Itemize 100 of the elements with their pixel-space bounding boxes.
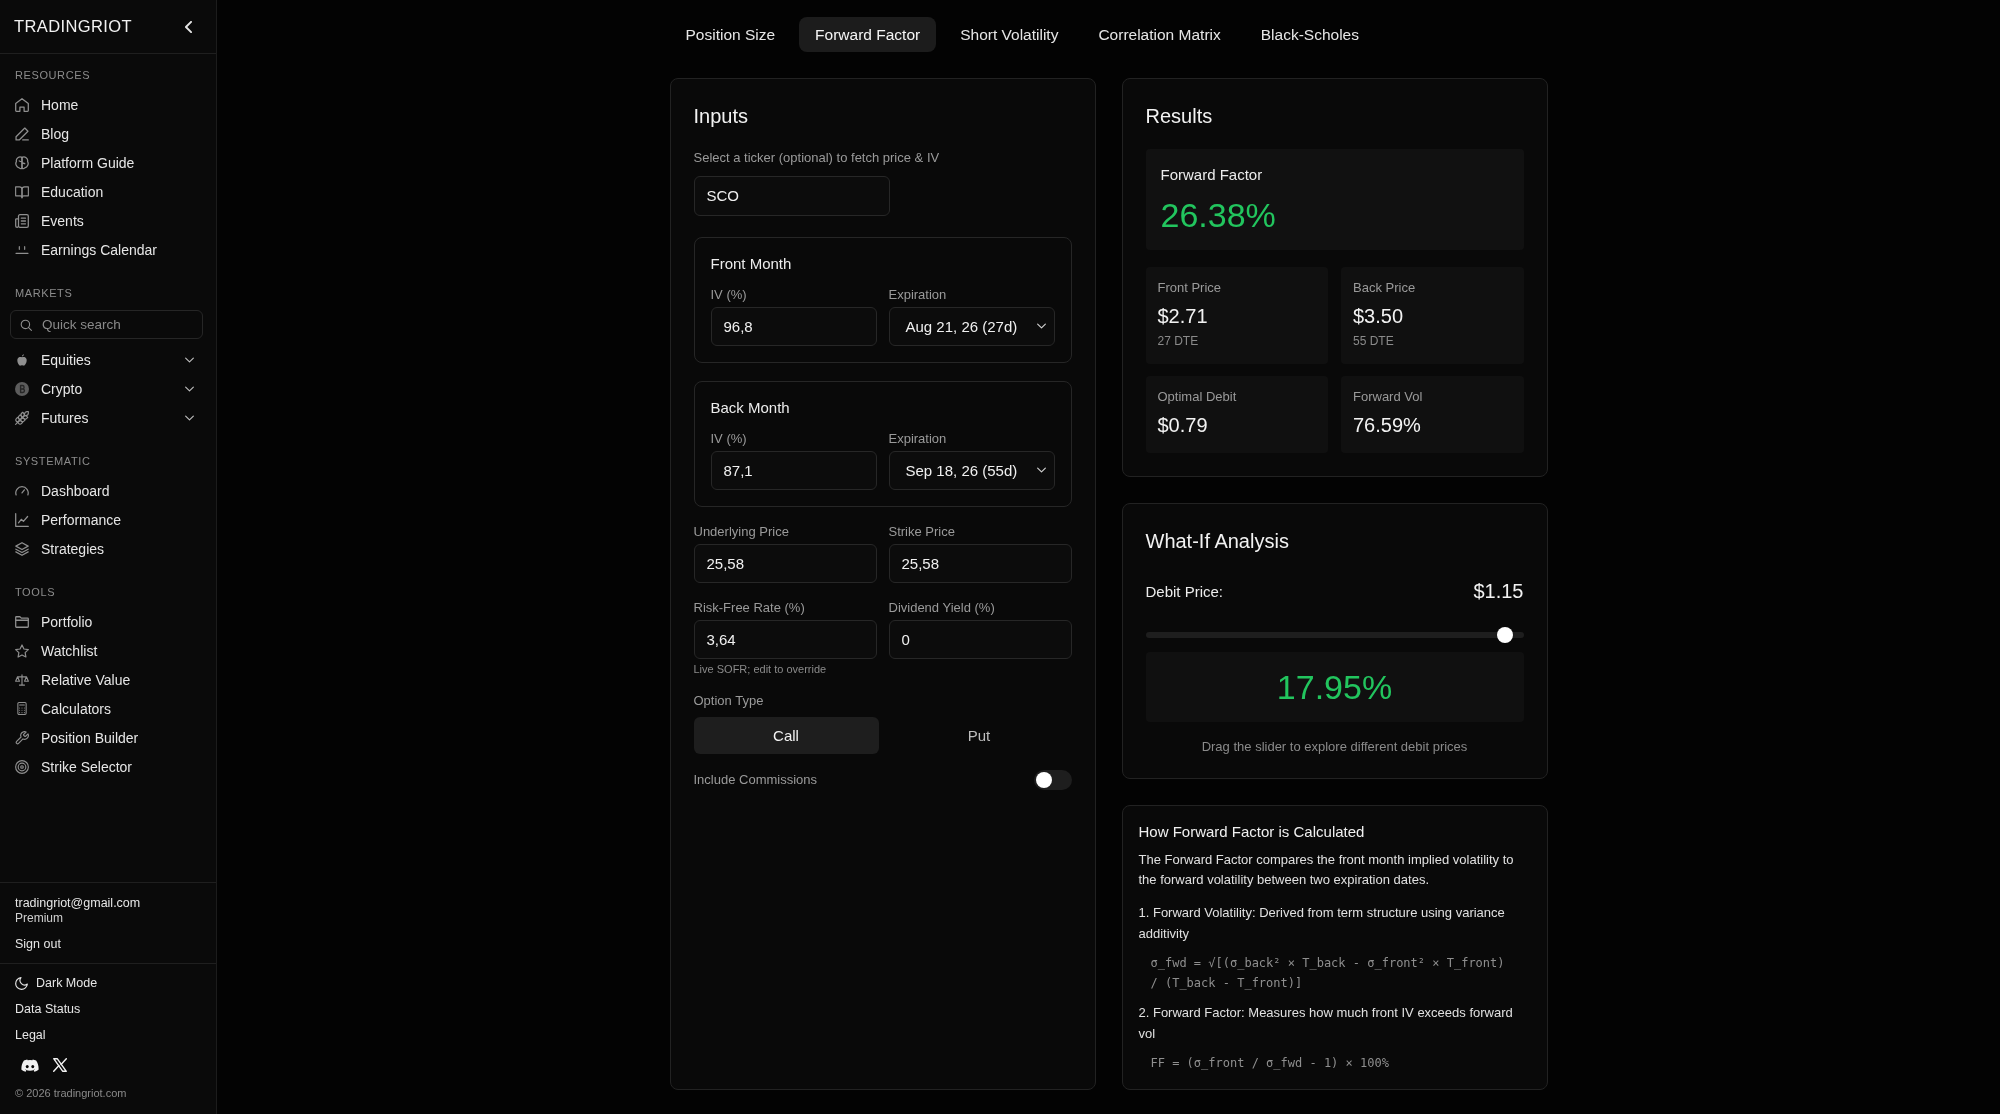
- stat-value: $0.79: [1157, 413, 1209, 438]
- folder-icon: [15, 615, 29, 628]
- nav-link[interactable]: Education: [0, 177, 216, 206]
- nav-link[interactable]: Performance: [0, 505, 216, 534]
- number-field[interactable]: 25,58: [693, 543, 877, 583]
- stat-value: $3.50: [1353, 304, 1405, 329]
- stat-note: 55 DTE: [1353, 333, 1395, 349]
- field-label: Risk-Free Rate (%): [693, 598, 806, 616]
- copyright-text: © 2026 tradingriot.com: [15, 1086, 128, 1100]
- field-label: Expiration: [888, 285, 948, 303]
- calculator-icon: [17, 702, 27, 715]
- section-heading: SYSTEMATIC: [14, 454, 92, 468]
- plan-label: Premium: [15, 911, 64, 925]
- stat-value: $2.71: [1157, 304, 1209, 329]
- number-field[interactable]: 3,64: [693, 619, 877, 659]
- theme-toggle[interactable]: Dark Mode: [15, 975, 98, 991]
- option-type-button[interactable]: Put: [886, 716, 1072, 754]
- star-icon: [15, 643, 29, 658]
- search-icon: [20, 318, 32, 331]
- ticker-field[interactable]: SCO: [693, 175, 890, 216]
- stat-label: Optimal Debit: [1157, 388, 1238, 405]
- nav-link[interactable]: Platform Guide: [0, 148, 216, 177]
- brain-icon: [15, 155, 29, 170]
- metric-value: 26.38%: [1160, 195, 1277, 236]
- nav-link[interactable]: Crypto: [0, 374, 216, 403]
- field-label: Underlying Price: [693, 522, 790, 540]
- expiration-select[interactable]: Sep 18, 26 (55d): [888, 450, 1055, 490]
- iv-field[interactable]: 96,8: [710, 306, 877, 346]
- chevron-down-icon[interactable]: [185, 385, 194, 392]
- tab[interactable]: Forward Factor: [799, 17, 937, 52]
- slider-thumb[interactable]: [1496, 627, 1513, 643]
- result-value: 17.95%: [1276, 667, 1393, 707]
- nav-link[interactable]: Events: [0, 206, 216, 235]
- field-label: Expiration: [888, 429, 948, 447]
- book-open-icon: [15, 184, 29, 199]
- discord-icon[interactable]: [21, 1058, 39, 1072]
- nav-link[interactable]: Strike Selector: [0, 752, 216, 781]
- number-field[interactable]: 0: [888, 619, 1072, 659]
- nav-link[interactable]: Relative Value: [0, 665, 216, 694]
- search-field[interactable]: Quick search: [10, 310, 203, 339]
- section-heading: TOOLS: [14, 585, 57, 599]
- metric-label: Forward Factor: [1160, 165, 1264, 185]
- option-type-button[interactable]: Call: [693, 716, 879, 754]
- group-title: Front Month: [710, 253, 793, 274]
- field-label: IV (%): [710, 429, 748, 447]
- chevron-down-icon[interactable]: [185, 356, 194, 363]
- nav-link[interactable]: Equities: [0, 345, 216, 374]
- step-text: 1. Forward Volatility: Derived from term structure using variance additivity: [1138, 904, 1506, 943]
- panel-title: Inputs: [693, 104, 749, 129]
- stat-label: Forward Vol: [1353, 388, 1424, 405]
- pencil-icon: [15, 126, 29, 141]
- toggle-switch[interactable]: [1033, 769, 1072, 790]
- layers-icon: [15, 541, 29, 556]
- newspaper-icon: [15, 213, 29, 228]
- nav-link[interactable]: Blog: [0, 119, 216, 148]
- panel-title: How Forward Factor is Calculated: [1138, 822, 1366, 842]
- section-heading: MARKETS: [14, 286, 74, 300]
- stat-label: Front Price: [1157, 279, 1223, 296]
- nav-link[interactable]: Futures: [0, 403, 216, 432]
- nav-link[interactable]: Watchlist: [0, 636, 216, 665]
- nav-link[interactable]: Dashboard: [0, 476, 216, 505]
- tab[interactable]: Black-Scholes: [1244, 17, 1375, 52]
- coin-icon: [15, 381, 29, 396]
- home-icon: [15, 97, 29, 112]
- field-label: Dividend Yield (%): [888, 598, 996, 616]
- x-logo-icon[interactable]: [53, 1058, 67, 1072]
- nav-link[interactable]: Strategies: [0, 534, 216, 563]
- section-heading: RESOURCES: [14, 68, 92, 82]
- slider-label: Debit Price:: [1145, 582, 1224, 600]
- field-label: Option Type: [693, 691, 765, 709]
- chevron-left-icon[interactable]: [185, 20, 192, 33]
- group-title: Back Month: [710, 397, 791, 418]
- number-field[interactable]: 25,58: [888, 543, 1072, 583]
- iv-field[interactable]: 87,1: [710, 450, 877, 490]
- expiration-select[interactable]: Aug 21, 26 (27d): [888, 306, 1055, 346]
- nav-link[interactable]: Home: [0, 90, 216, 119]
- sign-out-link[interactable]: Sign out: [15, 936, 61, 952]
- wrench-icon: [15, 730, 29, 745]
- tab[interactable]: Correlation Matrix: [1082, 17, 1237, 52]
- tick-marks-icon: [15, 245, 29, 254]
- target-icon: [15, 759, 29, 774]
- paragraph: The Forward Factor compares the front month implied volatility to the forward volatility between two expiration dates.: [1138, 851, 1515, 889]
- nav-link[interactable]: Earnings Calendar: [0, 235, 216, 264]
- footer-link[interactable]: Legal: [15, 1027, 46, 1043]
- field-label: Select a ticker (optional) to fetch price & IV: [693, 148, 941, 166]
- balance-scale-icon: [15, 673, 29, 686]
- nav-link[interactable]: Calculators: [0, 694, 216, 723]
- brand-logo[interactable]: TRADINGRIOT: [14, 17, 133, 36]
- stat-note: 27 DTE: [1157, 333, 1200, 349]
- tab[interactable]: Short Volatility: [944, 17, 1075, 52]
- gauge-icon: [15, 485, 29, 496]
- nav-link[interactable]: Position Builder: [0, 723, 216, 752]
- nav-link[interactable]: Portfolio: [0, 607, 216, 636]
- caption-text: Drag the slider to explore different debit prices: [1200, 738, 1469, 755]
- footer-link[interactable]: Data Status: [15, 1001, 81, 1017]
- chevron-down-icon[interactable]: [185, 414, 194, 421]
- panel-title: Results: [1145, 104, 1214, 129]
- stat-value: 76.59%: [1353, 413, 1422, 438]
- formula-text: σ_fwd = √[(σ_back² × T_back - σ_front² × T_front) / (T_back - T_front)]: [1149, 955, 1506, 992]
- tab[interactable]: Position Size: [669, 17, 792, 52]
